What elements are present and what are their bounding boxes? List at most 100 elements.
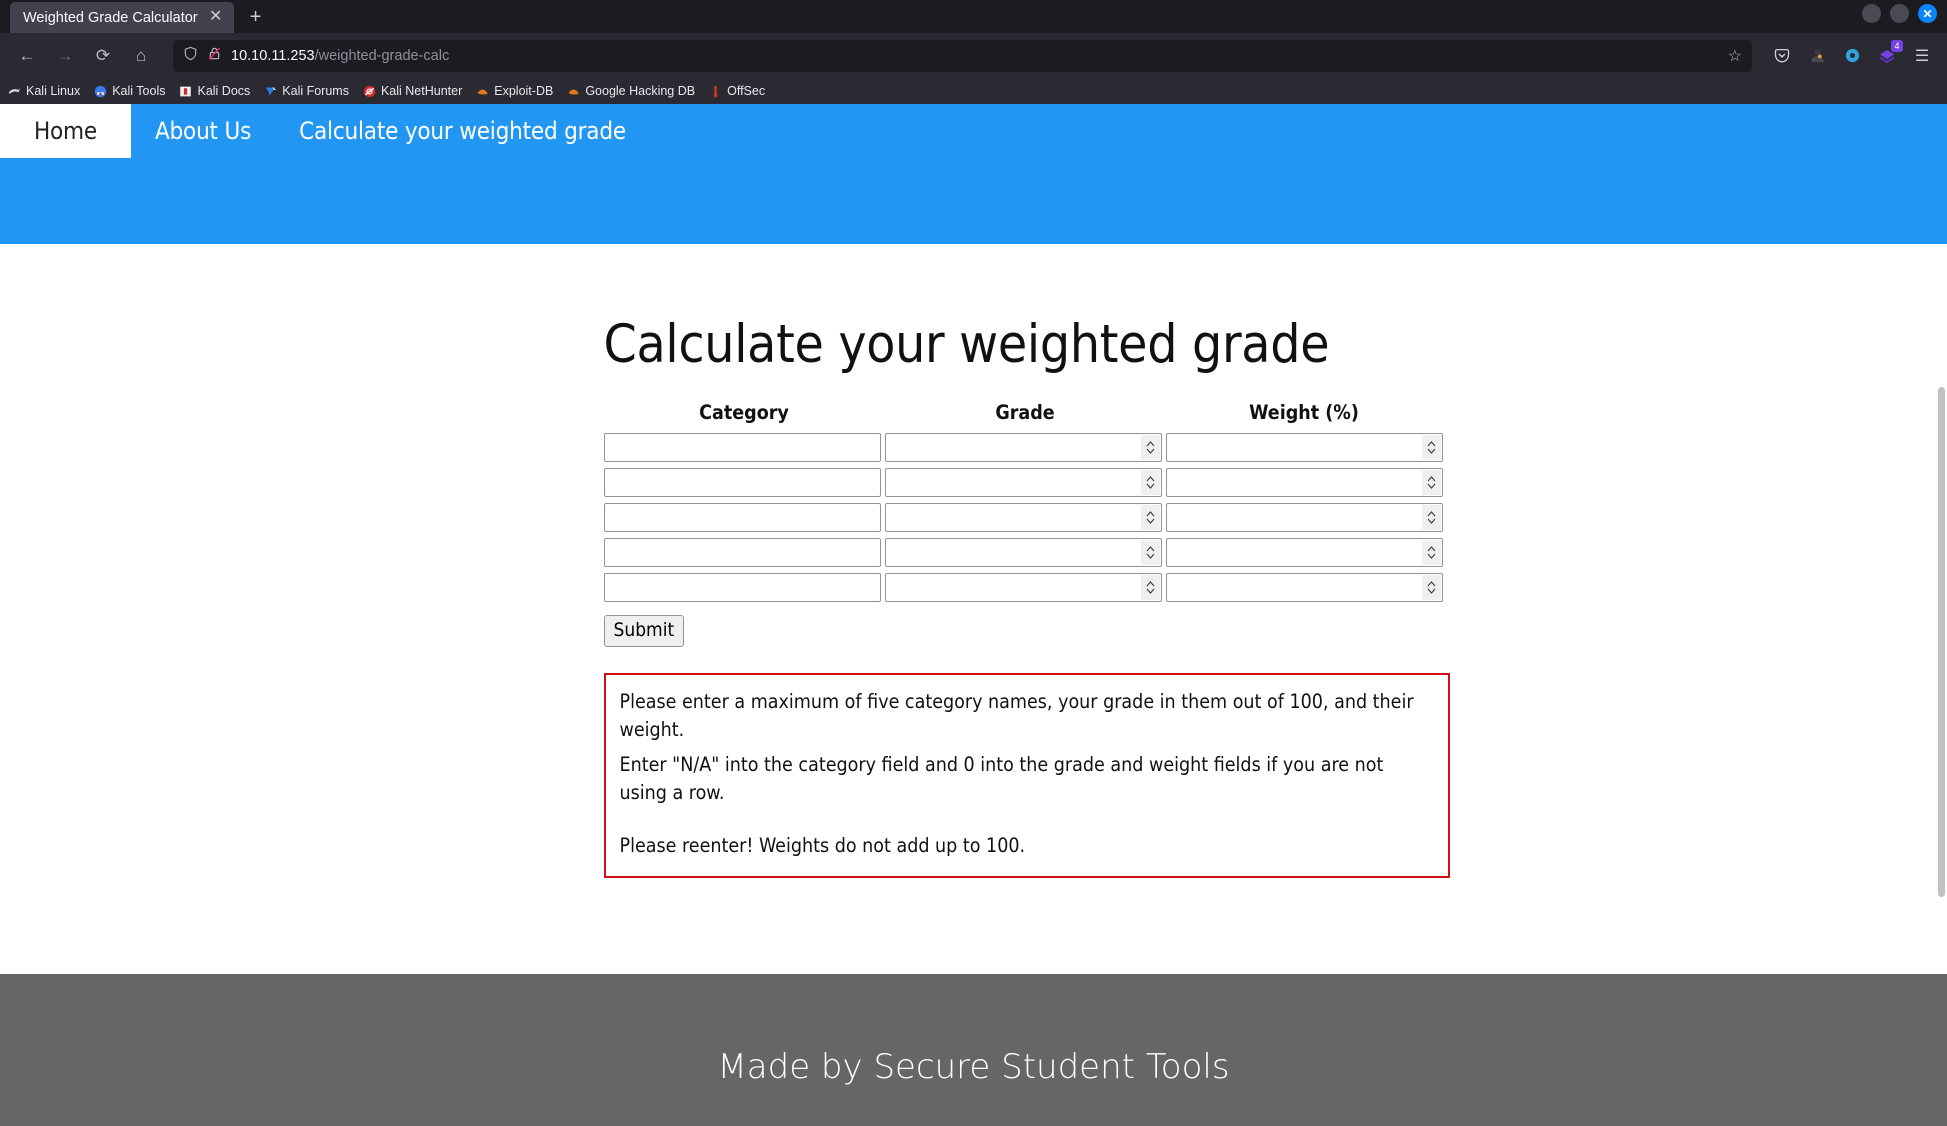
site-footer: Made by Secure Student Tools	[0, 974, 1947, 1126]
sidebar-item-about-us[interactable]: About Us	[131, 104, 275, 158]
weight-stepper[interactable]	[1165, 433, 1443, 462]
weight-stepper[interactable]	[1165, 573, 1443, 602]
bookmark-google-hacking-db[interactable]: Google Hacking DB	[567, 84, 695, 98]
weight-input[interactable]	[1170, 469, 1421, 496]
bookmark-kali-linux[interactable]: Kali Linux	[8, 84, 80, 98]
cell-weight	[1165, 573, 1443, 608]
cell-category	[603, 573, 885, 608]
bookmark-label: Exploit-DB	[494, 84, 554, 98]
spinner-icon[interactable]	[1421, 540, 1441, 565]
page-scrollbar[interactable]	[1936, 104, 1947, 1126]
table-row	[603, 468, 1443, 503]
grade-input[interactable]	[889, 469, 1140, 496]
weight-input[interactable]	[1170, 504, 1421, 531]
url-path: /weighted-grade-calc	[314, 47, 450, 64]
cell-grade	[884, 433, 1166, 468]
maximize-button[interactable]	[1890, 4, 1909, 23]
minimize-button[interactable]	[1862, 4, 1881, 23]
grade-input[interactable]	[889, 574, 1140, 601]
grade-table-body	[603, 433, 1443, 608]
spinner-icon[interactable]	[1140, 435, 1160, 460]
browser-tab[interactable]: Weighted Grade Calculator ✕	[10, 2, 234, 33]
cell-grade	[884, 503, 1166, 538]
back-icon[interactable]: ←	[10, 39, 44, 73]
scrollbar-thumb[interactable]	[1938, 387, 1945, 897]
user-avatar-icon[interactable]	[1802, 41, 1832, 71]
spinner-icon[interactable]	[1421, 575, 1441, 600]
message-line-1: Please enter a maximum of five category …	[619, 690, 1414, 742]
spinner-icon[interactable]	[1140, 470, 1160, 495]
bookmark-label: Google Hacking DB	[585, 84, 696, 98]
reload-icon[interactable]: ⟳	[86, 39, 120, 73]
browser-titlebar: Weighted Grade Calculator ✕ + ✕	[0, 0, 1947, 33]
spinner-icon[interactable]	[1421, 470, 1441, 495]
grade-stepper[interactable]	[884, 503, 1162, 532]
cell-category	[603, 538, 885, 573]
home-icon[interactable]: ⌂	[124, 39, 158, 73]
cell-category	[603, 433, 885, 468]
address-bar[interactable]: 10.10.11.253/weighted-grade-calc ☆	[172, 38, 1753, 73]
message-line-3: Please reenter! Weights do not add up to…	[619, 834, 1026, 858]
new-tab-button[interactable]: +	[242, 3, 270, 31]
sidebar-item-calculate[interactable]: Calculate your weighted grade	[275, 104, 650, 158]
bookmark-exploit-db[interactable]: Exploit-DB	[476, 84, 553, 98]
weight-stepper[interactable]	[1165, 468, 1443, 497]
weight-stepper[interactable]	[1165, 503, 1443, 532]
spinner-icon[interactable]	[1140, 505, 1160, 530]
grade-stepper[interactable]	[884, 538, 1162, 567]
close-icon[interactable]: ✕	[206, 8, 226, 28]
shield-icon[interactable]	[183, 46, 198, 66]
sync-circle-icon[interactable]	[1837, 41, 1867, 71]
category-input[interactable]	[603, 468, 881, 497]
weight-input[interactable]	[1170, 539, 1421, 566]
grade-input[interactable]	[889, 504, 1140, 531]
google-hacking-db-icon	[568, 89, 579, 94]
bookmark-star-icon[interactable]: ☆	[1728, 46, 1742, 66]
spinner-icon[interactable]	[1421, 435, 1441, 460]
url-text: 10.10.11.253/weighted-grade-calc	[231, 48, 449, 64]
page-title: Calculate your weighted grade	[603, 314, 1330, 375]
container-tabs-icon[interactable]: 4	[1872, 39, 1903, 71]
grade-input[interactable]	[889, 434, 1140, 461]
spinner-icon[interactable]	[1140, 575, 1160, 600]
grade-stepper[interactable]	[884, 573, 1162, 602]
bookmark-offsec[interactable]: OffSec	[709, 84, 765, 98]
category-input[interactable]	[603, 538, 881, 567]
cell-grade	[884, 468, 1166, 503]
cell-category	[603, 468, 885, 503]
bookmark-kali-tools[interactable]: Kali Tools	[94, 84, 165, 98]
footer-text: Made by Secure Student Tools	[717, 1047, 1230, 1087]
grade-stepper[interactable]	[884, 468, 1162, 497]
bookmarks-bar: Kali Linux Kali Tools Kali Docs Kali For…	[0, 78, 1947, 104]
column-header-grade: Grade	[995, 401, 1055, 424]
spinner-icon[interactable]	[1421, 505, 1441, 530]
bookmark-kali-nethunter[interactable]: Kali NetHunter	[363, 84, 462, 98]
window-close-button[interactable]: ✕	[1918, 4, 1937, 23]
grade-table: Category Grade Weight (%)	[603, 401, 1443, 608]
bookmark-kali-docs[interactable]: Kali Docs	[179, 84, 250, 98]
tab-title: Weighted Grade Calculator	[23, 9, 198, 26]
weight-input[interactable]	[1170, 574, 1421, 601]
toolbar-right: 4 ☰	[1767, 39, 1937, 71]
category-input[interactable]	[603, 433, 881, 462]
table-header-row: Category Grade Weight (%)	[604, 401, 1443, 433]
column-header-category: Category	[699, 401, 789, 424]
weight-stepper[interactable]	[1165, 538, 1443, 567]
sidebar-item-home[interactable]: Home	[0, 104, 131, 158]
pocket-icon[interactable]	[1767, 41, 1797, 71]
bookmark-label: OffSec	[727, 84, 766, 98]
cell-weight	[1165, 503, 1443, 538]
bookmark-kali-forums[interactable]: Kali Forums	[264, 84, 349, 98]
category-input[interactable]	[603, 503, 881, 532]
submit-button[interactable]: Submit	[603, 615, 685, 647]
insecure-lock-icon[interactable]	[207, 46, 222, 66]
grade-input[interactable]	[889, 539, 1140, 566]
spinner-icon[interactable]	[1140, 540, 1160, 565]
category-input[interactable]	[603, 573, 881, 602]
weight-input[interactable]	[1170, 434, 1421, 461]
forward-icon[interactable]: →	[48, 39, 82, 73]
app-menu-icon[interactable]: ☰	[1907, 41, 1937, 71]
grade-stepper[interactable]	[884, 433, 1162, 462]
kali-docs-icon	[180, 86, 192, 96]
page-viewport: Home About Us Calculate your weighted gr…	[0, 104, 1947, 1126]
